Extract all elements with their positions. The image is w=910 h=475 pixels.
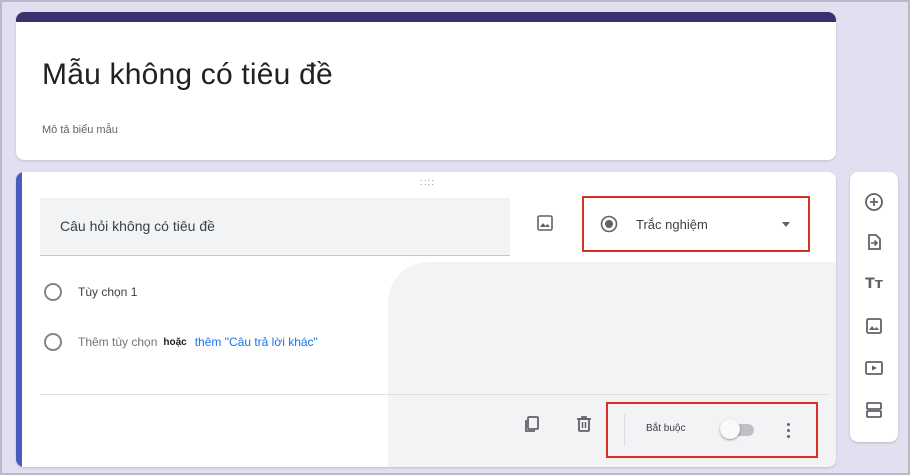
required-controls: Bắt buộc (606, 402, 818, 458)
or-text: hoặc (163, 336, 187, 348)
video-icon (865, 361, 883, 375)
image-icon (866, 318, 882, 334)
section-icon (866, 402, 882, 418)
add-title-button[interactable]: Tт (862, 272, 886, 296)
add-option-link[interactable]: Thêm tùy chọn (78, 335, 157, 349)
dot (786, 428, 790, 432)
copy-icon (525, 416, 539, 432)
delete-button[interactable] (572, 412, 596, 436)
form-title[interactable]: Mẫu không có tiêu đề (42, 58, 333, 92)
add-question-button[interactable] (862, 190, 886, 214)
trash-icon (577, 416, 591, 432)
question-card[interactable]: ∷∷ Câu hỏi không có tiêu đề Trắc nghiệm … (16, 172, 836, 467)
chevron-down-icon (782, 222, 790, 227)
option-row-1[interactable]: Tùy chọn 1 (44, 280, 137, 304)
add-circle-icon (865, 193, 883, 211)
footer-divider (40, 394, 830, 395)
import-questions-button[interactable] (862, 230, 886, 254)
question-title: Câu hỏi không có tiêu đề (60, 218, 215, 234)
required-label: Bắt buộc (646, 423, 686, 434)
add-image-tool[interactable] (862, 314, 886, 338)
add-image-button[interactable] (534, 212, 556, 234)
question-type-label: Trắc nghiệm (636, 217, 708, 232)
divider (624, 414, 625, 446)
title-text-icon: Tт (865, 276, 883, 292)
form-header-card: Mẫu không có tiêu đề Mô tả biểu mẫu (16, 12, 836, 160)
dot (786, 434, 790, 438)
active-question-bar (16, 172, 22, 467)
add-video-tool[interactable] (862, 356, 886, 380)
form-description[interactable]: Mô tả biểu mẫu (42, 124, 118, 136)
add-other-link[interactable]: thêm "Câu trả lời khác" (195, 335, 318, 349)
add-section-tool[interactable] (862, 398, 886, 422)
add-option-row: Thêm tùy chọn hoặc thêm "Câu trả lời khá… (44, 330, 318, 354)
more-options-button[interactable] (778, 418, 798, 442)
import-icon (868, 234, 881, 250)
question-title-field[interactable]: Câu hỏi không có tiêu đề (40, 198, 510, 256)
question-type-dropdown[interactable]: Trắc nghiệm (582, 196, 810, 252)
dot (786, 422, 790, 426)
option-label[interactable]: Tùy chọn 1 (78, 285, 137, 299)
radio-circle-icon (44, 283, 62, 301)
radio-circle-icon (44, 333, 62, 351)
question-toolbar: Tт (850, 172, 898, 442)
radio-button-icon (600, 215, 618, 233)
drag-handle-icon[interactable]: ∷∷ (420, 178, 435, 189)
image-icon (537, 215, 553, 231)
toggle-knob[interactable] (720, 419, 740, 439)
duplicate-button[interactable] (520, 412, 544, 436)
header-accent-bar (16, 12, 836, 22)
form-editor-canvas: Mẫu không có tiêu đề Mô tả biểu mẫu ∷∷ C… (0, 0, 910, 475)
